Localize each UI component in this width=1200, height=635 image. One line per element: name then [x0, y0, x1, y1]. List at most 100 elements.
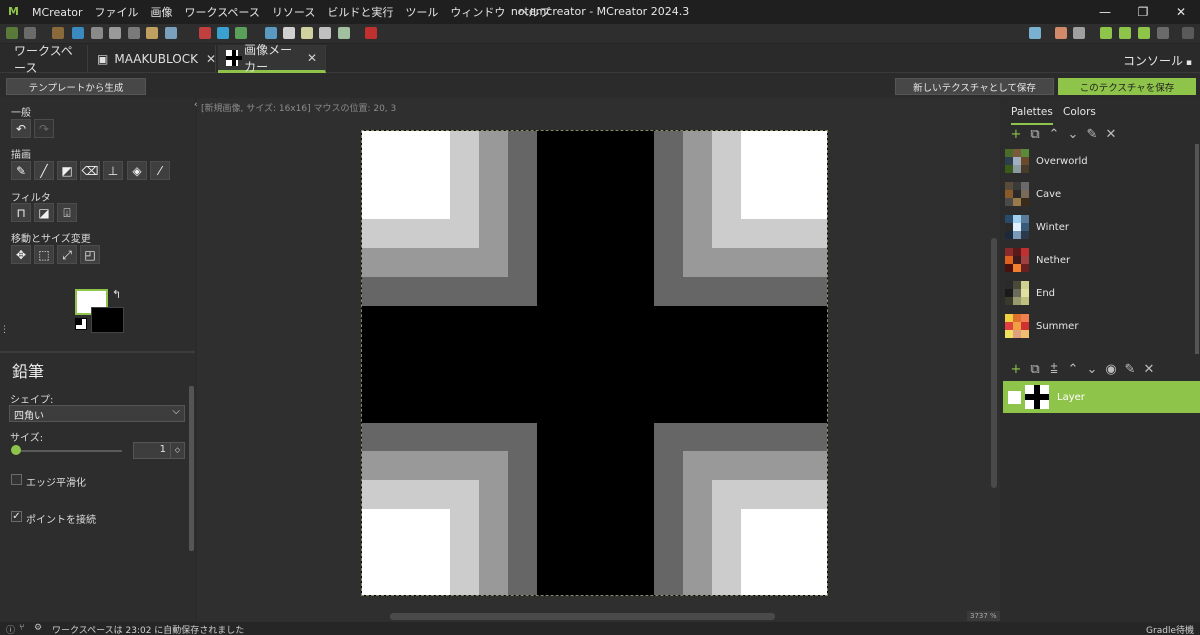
hue-icon[interactable]: ◪ — [34, 203, 54, 222]
model-icon[interactable] — [91, 27, 103, 39]
generate-from-template-button[interactable]: テンプレートから生成 — [6, 78, 146, 95]
palette-item[interactable]: Summer — [1005, 312, 1191, 340]
line-icon[interactable]: ╱ — [34, 161, 54, 180]
menu-workspace[interactable]: ワークスペース — [185, 4, 260, 20]
tab-maakublock[interactable]: ▣ MAAKUBLOCK ✕ — [89, 45, 216, 73]
merge-icon[interactable]: ⩲ — [1047, 362, 1061, 377]
move-icon[interactable]: ✥ — [11, 245, 31, 264]
chevron-up-icon[interactable]: ⌃ — [1047, 127, 1061, 142]
add-icon[interactable]: + — [1009, 127, 1023, 142]
gradle-icon[interactable] — [1029, 27, 1041, 39]
antialias-checkbox[interactable] — [11, 474, 22, 485]
edit-icon[interactable]: ✎ — [1085, 127, 1099, 142]
structure-icon[interactable] — [165, 27, 177, 39]
tab-palettes[interactable]: Palettes — [1011, 106, 1053, 125]
stamp-icon[interactable]: ⊥ — [103, 161, 123, 180]
block-icon[interactable] — [109, 27, 121, 39]
selection-icon[interactable]: ⬚ — [34, 245, 54, 264]
shape-icon[interactable]: ◩ — [57, 161, 77, 180]
maximize-icon[interactable]: ❐ — [1124, 0, 1162, 24]
menu-image[interactable]: 画像 — [151, 4, 173, 20]
item-icon[interactable] — [128, 27, 140, 39]
redo-icon[interactable]: ↷ — [34, 119, 54, 138]
run-client-icon[interactable] — [1100, 27, 1112, 39]
layer-visibility-checkbox[interactable] — [1008, 390, 1021, 404]
save-as-new-texture-button[interactable]: 新しいテクスチャとして保存 — [895, 78, 1054, 95]
close-icon[interactable]: ✕ — [307, 51, 317, 65]
panel-divider[interactable] — [0, 351, 195, 353]
tool-options-scrollbar[interactable] — [189, 386, 194, 551]
sound-icon[interactable] — [217, 27, 229, 39]
edit-tool-icon[interactable] — [1055, 27, 1067, 39]
color-picker-icon[interactable]: ⁄ — [150, 161, 170, 180]
pencil-icon[interactable]: ✎ — [11, 161, 31, 180]
setup-icon[interactable] — [338, 27, 350, 39]
resize-icon[interactable]: ⤢ — [57, 245, 77, 264]
duplicate-layer-icon[interactable]: ⧉ — [1028, 362, 1042, 377]
save-texture-button[interactable]: このテクスチャを保存 — [1058, 78, 1196, 95]
menu-mcreator[interactable]: MCreator — [32, 6, 83, 19]
minimize-icon[interactable]: — — [1086, 0, 1124, 24]
palette-item[interactable]: Winter — [1005, 213, 1191, 241]
share-icon[interactable] — [1182, 27, 1194, 39]
desaturate-icon[interactable]: ⍗ — [57, 203, 77, 222]
layer-item[interactable]: Layer — [1003, 381, 1200, 413]
globe-icon[interactable] — [72, 27, 84, 39]
menu-tools[interactable]: ツール — [405, 4, 438, 20]
eye-icon[interactable]: ◉ — [1104, 362, 1118, 377]
menu-window[interactable]: ウィンドウ — [450, 4, 505, 20]
drag-handle-icon[interactable]: ⋮ — [0, 325, 9, 335]
palette-item[interactable]: Nether — [1005, 246, 1191, 274]
info-icon[interactable]: ⓘ — [6, 623, 15, 635]
settings-icon[interactable] — [365, 27, 377, 39]
close-icon[interactable]: ✕ — [206, 52, 216, 66]
roller-icon[interactable]: ⊓ — [11, 203, 31, 222]
delete-icon[interactable]: ✕ — [1104, 127, 1118, 142]
fill-bucket-icon[interactable]: ◈ — [127, 161, 147, 180]
debug-icon[interactable] — [1119, 27, 1131, 39]
edit-icon[interactable]: ✎ — [1123, 362, 1137, 377]
size-slider-track[interactable] — [14, 450, 122, 452]
code-icon[interactable] — [52, 27, 64, 39]
palette-item[interactable]: Overworld — [1005, 147, 1191, 175]
palette-item[interactable]: End — [1005, 279, 1191, 307]
chevron-up-icon[interactable]: ⌃ — [1066, 362, 1080, 377]
export-icon[interactable] — [319, 27, 331, 39]
menu-file[interactable]: ファイル — [95, 4, 139, 20]
run-server-icon[interactable] — [1138, 27, 1150, 39]
animation-icon[interactable] — [235, 27, 247, 39]
close-window-icon[interactable]: ✕ — [1162, 0, 1200, 24]
tab-colors[interactable]: Colors — [1063, 106, 1096, 118]
mod-element-icon[interactable] — [24, 27, 36, 39]
duplicate-icon[interactable]: ⧉ — [1028, 127, 1042, 142]
size-slider-thumb[interactable] — [11, 445, 21, 455]
tab-workspace[interactable]: ワークスペース — [6, 44, 88, 75]
size-spinner[interactable]: 1 ◇ — [133, 442, 185, 459]
add-layer-icon[interactable]: + — [1009, 362, 1023, 377]
hammer-icon[interactable] — [1073, 27, 1085, 39]
resize-canvas-icon[interactable]: ◰ — [80, 245, 100, 264]
secondary-color-swatch[interactable] — [91, 307, 124, 333]
localization-icon[interactable] — [283, 27, 295, 39]
horizontal-scrollbar[interactable] — [390, 613, 775, 620]
reset-colors-icon[interactable] — [75, 318, 87, 330]
variables-icon[interactable] — [265, 27, 277, 39]
connect-points-checkbox[interactable]: ✓ — [11, 511, 22, 522]
palette-item[interactable]: Cave — [1005, 180, 1191, 208]
swap-colors-icon[interactable]: ↰ — [112, 288, 121, 301]
tab-image-maker[interactable]: 画像メーカー ✕ — [218, 43, 326, 74]
eraser-icon[interactable]: ⌫ — [80, 161, 100, 180]
shape-select[interactable]: 四角い ⌵ — [9, 405, 185, 422]
undo-icon[interactable]: ↶ — [11, 119, 31, 138]
gear-icon[interactable]: ⚙ — [34, 623, 42, 633]
git-icon[interactable]: ⑂ — [19, 623, 24, 633]
recipe-icon[interactable] — [146, 27, 158, 39]
delete-icon[interactable]: ✕ — [1142, 362, 1156, 377]
image-canvas[interactable] — [361, 130, 828, 596]
menu-build-run[interactable]: ビルドと実行 — [327, 4, 393, 20]
stop-icon[interactable] — [1157, 27, 1169, 39]
workspace-icon[interactable] — [6, 27, 18, 39]
chevron-down-icon[interactable]: ⌄ — [1066, 127, 1080, 142]
tags-icon[interactable] — [301, 27, 313, 39]
texture-icon[interactable] — [199, 27, 211, 39]
